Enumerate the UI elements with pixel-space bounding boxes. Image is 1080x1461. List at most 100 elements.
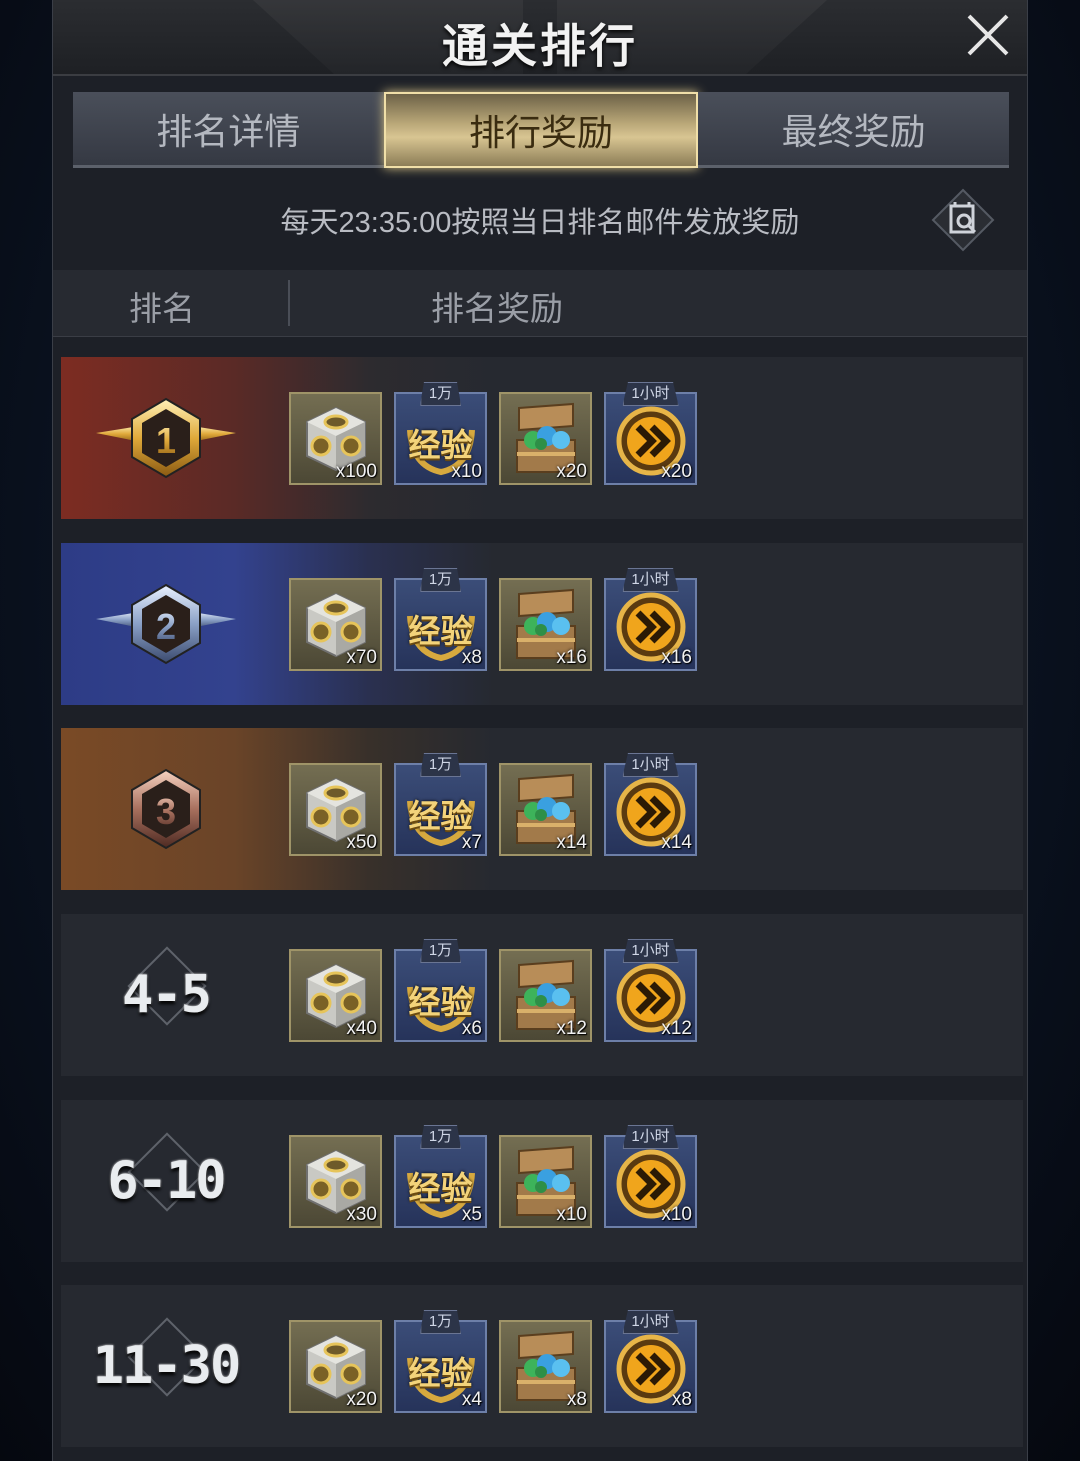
- reward-item-speedup[interactable]: 1小时 x20: [604, 382, 697, 485]
- xp-amount-tag: 1万: [419, 753, 462, 777]
- reward-item-speedup[interactable]: 1小时 x16: [604, 568, 697, 671]
- item-quantity: x30: [346, 1204, 377, 1225]
- xp-label: 经验: [408, 984, 473, 1020]
- reward-row: 4-5 x40 经验 1万 x6 x12 1小时 x12: [61, 914, 1023, 1076]
- column-rank: 排名: [129, 290, 195, 327]
- reward-row: 6-10 x30 经验 1万 x5 x10 1小时 x10: [61, 1100, 1023, 1262]
- xp-label: 经验: [408, 1170, 473, 1206]
- reward-row: 3 x50 经验 1万 x7 x14 1小时 x14: [61, 728, 1023, 890]
- rank-range-label: 11-30: [92, 1336, 242, 1396]
- item-quantity: x20: [661, 461, 692, 482]
- item-quantity: x14: [556, 832, 587, 853]
- reward-item-xp[interactable]: 经验 1万 x7: [394, 753, 487, 856]
- header-bar: 通关排行: [53, 0, 1027, 76]
- tab-bar: 排名详情 排行奖励 最终奖励: [73, 92, 1010, 168]
- close-button[interactable]: [963, 10, 1013, 60]
- svg-text:2: 2: [156, 606, 176, 647]
- reward-item-speedup[interactable]: 1小时 x12: [604, 939, 697, 1042]
- speedup-duration-tag: 1小时: [622, 753, 679, 777]
- column-reward: 排名奖励: [431, 290, 563, 327]
- rank-cell: 6-10: [61, 1100, 271, 1262]
- column-header: 排名 排名奖励: [53, 270, 1027, 337]
- reward-items: x20 经验 1万 x4 x8 1小时 x8: [289, 1310, 697, 1413]
- gold-wing-badge-icon: 1: [96, 397, 236, 479]
- item-quantity: x8: [566, 1389, 587, 1410]
- item-quantity: x100: [335, 461, 377, 482]
- reward-row: 2 x70 经验 1万 x8 x16 1小时 x16: [61, 543, 1023, 705]
- item-quantity: x20: [346, 1389, 377, 1410]
- bronze-badge-icon: 3: [131, 768, 201, 850]
- reward-item-speedup[interactable]: 1小时 x14: [604, 753, 697, 856]
- speedup-duration-tag: 1小时: [622, 1310, 679, 1334]
- reward-item-cube[interactable]: x70: [289, 578, 382, 671]
- item-quantity: x10: [451, 461, 482, 482]
- reward-item-chest[interactable]: x14: [499, 763, 592, 856]
- reward-item-chest[interactable]: x16: [499, 578, 592, 671]
- svg-text:3: 3: [156, 791, 176, 832]
- reward-item-chest[interactable]: x8: [499, 1320, 592, 1413]
- rank-cell: 3: [61, 728, 271, 890]
- rank-range-label: 4-5: [122, 965, 212, 1025]
- xp-amount-tag: 1万: [419, 939, 462, 963]
- item-quantity: x40: [346, 1018, 377, 1039]
- tab-rank-rewards[interactable]: 排行奖励: [383, 92, 699, 168]
- column-divider: [288, 280, 290, 326]
- reward-item-cube[interactable]: x40: [289, 949, 382, 1042]
- svg-text:1: 1: [156, 420, 176, 461]
- ranking-panel: 通关排行 排名详情 排行奖励 最终奖励 每天23:35:00按照当日排名邮件发放…: [52, 0, 1028, 1461]
- reward-item-speedup[interactable]: 1小时 x8: [604, 1310, 697, 1413]
- reward-item-cube[interactable]: x100: [289, 392, 382, 485]
- item-quantity: x70: [346, 647, 377, 668]
- reward-item-xp[interactable]: 经验 1万 x4: [394, 1310, 487, 1413]
- reward-item-xp[interactable]: 经验 1万 x8: [394, 568, 487, 671]
- item-quantity: x14: [661, 832, 692, 853]
- mail-search-icon: [931, 188, 995, 252]
- item-quantity: x20: [556, 461, 587, 482]
- item-quantity: x10: [556, 1204, 587, 1225]
- page-title: 通关排行: [442, 20, 638, 72]
- rank-cell: 1: [61, 357, 271, 519]
- reward-items: x100 经验 1万 x10 x20 1小时 x20: [289, 382, 697, 485]
- item-quantity: x6: [461, 1018, 482, 1039]
- rank-cell: 11-30: [61, 1285, 271, 1447]
- xp-amount-tag: 1万: [419, 1125, 462, 1149]
- tab-rank-details[interactable]: 排名详情: [73, 92, 384, 168]
- xp-label: 经验: [408, 1355, 473, 1391]
- reward-items: x50 经验 1万 x7 x14 1小时 x14: [289, 753, 697, 856]
- item-quantity: x8: [461, 647, 482, 668]
- reward-items: x40 经验 1万 x6 x12 1小时 x12: [289, 939, 697, 1042]
- mail-search-button[interactable]: [931, 188, 995, 252]
- item-quantity: x8: [671, 1389, 692, 1410]
- item-quantity: x50: [346, 832, 377, 853]
- reward-item-xp[interactable]: 经验 1万 x10: [394, 382, 487, 485]
- reward-items: x30 经验 1万 x5 x10 1小时 x10: [289, 1125, 697, 1228]
- rank-range-label: 6-10: [107, 1151, 226, 1211]
- xp-label: 经验: [408, 613, 473, 649]
- xp-amount-tag: 1万: [419, 382, 462, 406]
- rank-cell: 2: [61, 543, 271, 705]
- reward-item-chest[interactable]: x12: [499, 949, 592, 1042]
- reward-item-speedup[interactable]: 1小时 x10: [604, 1125, 697, 1228]
- reward-notice: 每天23:35:00按照当日排名邮件发放奖励: [280, 207, 800, 239]
- reward-items: x70 经验 1万 x8 x16 1小时 x16: [289, 568, 697, 671]
- item-quantity: x7: [461, 832, 482, 853]
- tab-final-rewards[interactable]: 最终奖励: [698, 92, 1010, 168]
- reward-item-cube[interactable]: x30: [289, 1135, 382, 1228]
- reward-item-chest[interactable]: x20: [499, 392, 592, 485]
- item-quantity: x16: [661, 647, 692, 668]
- silver-wing-badge-icon: 2: [96, 583, 236, 665]
- reward-item-xp[interactable]: 经验 1万 x5: [394, 1125, 487, 1228]
- reward-item-cube[interactable]: x50: [289, 763, 382, 856]
- xp-label: 经验: [408, 798, 473, 834]
- item-quantity: x4: [461, 1389, 482, 1410]
- close-icon: [967, 14, 1009, 56]
- item-quantity: x10: [661, 1204, 692, 1225]
- item-quantity: x16: [556, 647, 587, 668]
- item-quantity: x5: [461, 1204, 482, 1225]
- reward-item-xp[interactable]: 经验 1万 x6: [394, 939, 487, 1042]
- speedup-duration-tag: 1小时: [622, 568, 679, 592]
- reward-item-chest[interactable]: x10: [499, 1135, 592, 1228]
- rank-cell: 4-5: [61, 914, 271, 1076]
- speedup-duration-tag: 1小时: [622, 1125, 679, 1149]
- reward-item-cube[interactable]: x20: [289, 1320, 382, 1413]
